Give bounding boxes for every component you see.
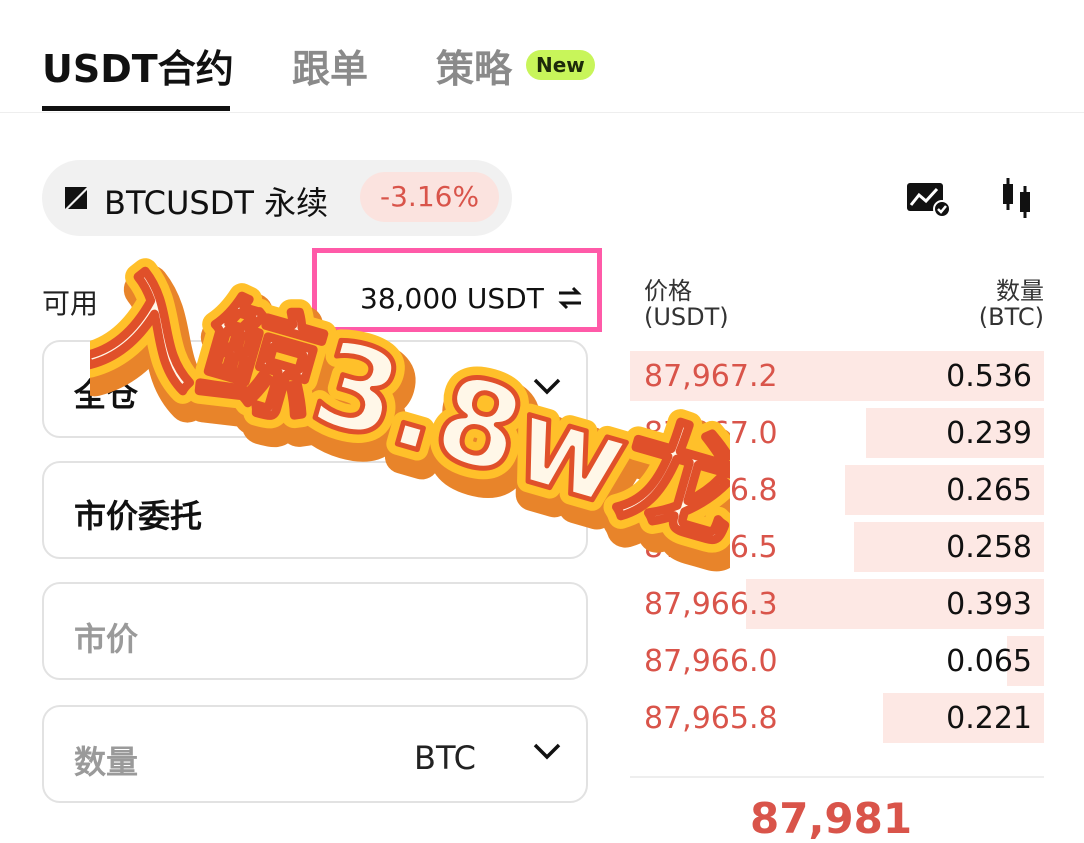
price-placeholder: 市价 xyxy=(74,620,139,658)
quantity-placeholder: 数量 xyxy=(74,743,139,781)
ask-quantity: 0.393 xyxy=(946,587,1032,622)
chart-icon[interactable] xyxy=(905,180,951,218)
margin-mode-value: 全仓 xyxy=(74,376,139,414)
ask-quantity: 0.065 xyxy=(946,644,1032,679)
ask-price: 87,966.0 xyxy=(644,644,778,679)
price-header-label: 价格 xyxy=(644,277,692,305)
chevron-down-icon xyxy=(533,378,561,395)
tab-copy-trading[interactable]: 跟单 xyxy=(292,38,368,93)
orderbook-row[interactable]: 87,966.5 0.258 xyxy=(630,522,1044,572)
new-badge: New xyxy=(526,50,595,80)
margin-mode-select[interactable]: 全仓 xyxy=(42,340,588,438)
ask-price: 87,966.5 xyxy=(644,530,778,565)
quantity-column-header: 数量 (BTC) xyxy=(979,278,1044,330)
ask-price: 87,967.2 xyxy=(644,359,778,394)
ask-price: 87,966.3 xyxy=(644,587,778,622)
order-type-value: 市价委托 xyxy=(74,497,203,535)
orderbook-row[interactable]: 87,966.0 0.065 xyxy=(630,636,1044,686)
quantity-input[interactable]: 数量 BTC xyxy=(42,705,588,803)
price-input[interactable]: 市价 xyxy=(42,582,588,680)
price-header-unit: (USDT) xyxy=(644,303,729,331)
orderbook-row[interactable]: 87,967.2 0.536 xyxy=(630,351,1044,401)
orderbook-row[interactable]: 87,967.0 0.239 xyxy=(630,408,1044,458)
qty-header-unit: (BTC) xyxy=(978,303,1044,331)
orderbook-row[interactable]: 87,966.3 0.393 xyxy=(630,579,1044,629)
ask-quantity: 0.536 xyxy=(946,359,1032,394)
orderbook-row[interactable]: 87,966.8 0.265 xyxy=(630,465,1044,515)
quantity-unit[interactable]: BTC xyxy=(414,739,476,777)
price-change-badge: -3.16% xyxy=(360,172,500,222)
ask-price: 87,966.8 xyxy=(644,473,778,508)
candlestick-icon[interactable] xyxy=(1000,176,1034,220)
orderbook-divider xyxy=(630,776,1044,778)
ask-quantity: 0.239 xyxy=(946,416,1032,451)
orderbook-row[interactable]: 87,965.8 0.221 xyxy=(630,693,1044,743)
chevron-down-icon[interactable] xyxy=(532,741,562,761)
price-column-header: 价格 (USDT) xyxy=(644,278,729,330)
ask-quantity: 0.258 xyxy=(946,530,1032,565)
ask-quantity: 0.221 xyxy=(946,701,1032,736)
ask-quantity: 0.265 xyxy=(946,473,1032,508)
product-tabs: USDT合约 跟单 策略 New xyxy=(0,0,1084,113)
symbol-selector[interactable]: BTCUSDT 永续 -3.16% xyxy=(42,160,512,236)
qty-header-label: 数量 xyxy=(996,277,1044,305)
ask-price: 87,965.8 xyxy=(644,701,778,736)
active-tab-indicator xyxy=(42,106,230,111)
symbol-name: BTCUSDT 永续 xyxy=(104,184,329,222)
available-balance: 38,000 USDT xyxy=(360,282,544,315)
tab-strategy[interactable]: 策略 xyxy=(436,38,512,93)
symbol-expand-icon xyxy=(65,187,87,209)
ask-price: 87,967.0 xyxy=(644,416,778,451)
swap-icon[interactable] xyxy=(556,284,584,312)
tab-usdt-futures[interactable]: USDT合约 xyxy=(42,38,234,93)
available-label: 可用 xyxy=(42,287,99,320)
order-type-select[interactable]: 市价委托 xyxy=(42,461,588,559)
last-price: 87,981 xyxy=(750,794,913,843)
